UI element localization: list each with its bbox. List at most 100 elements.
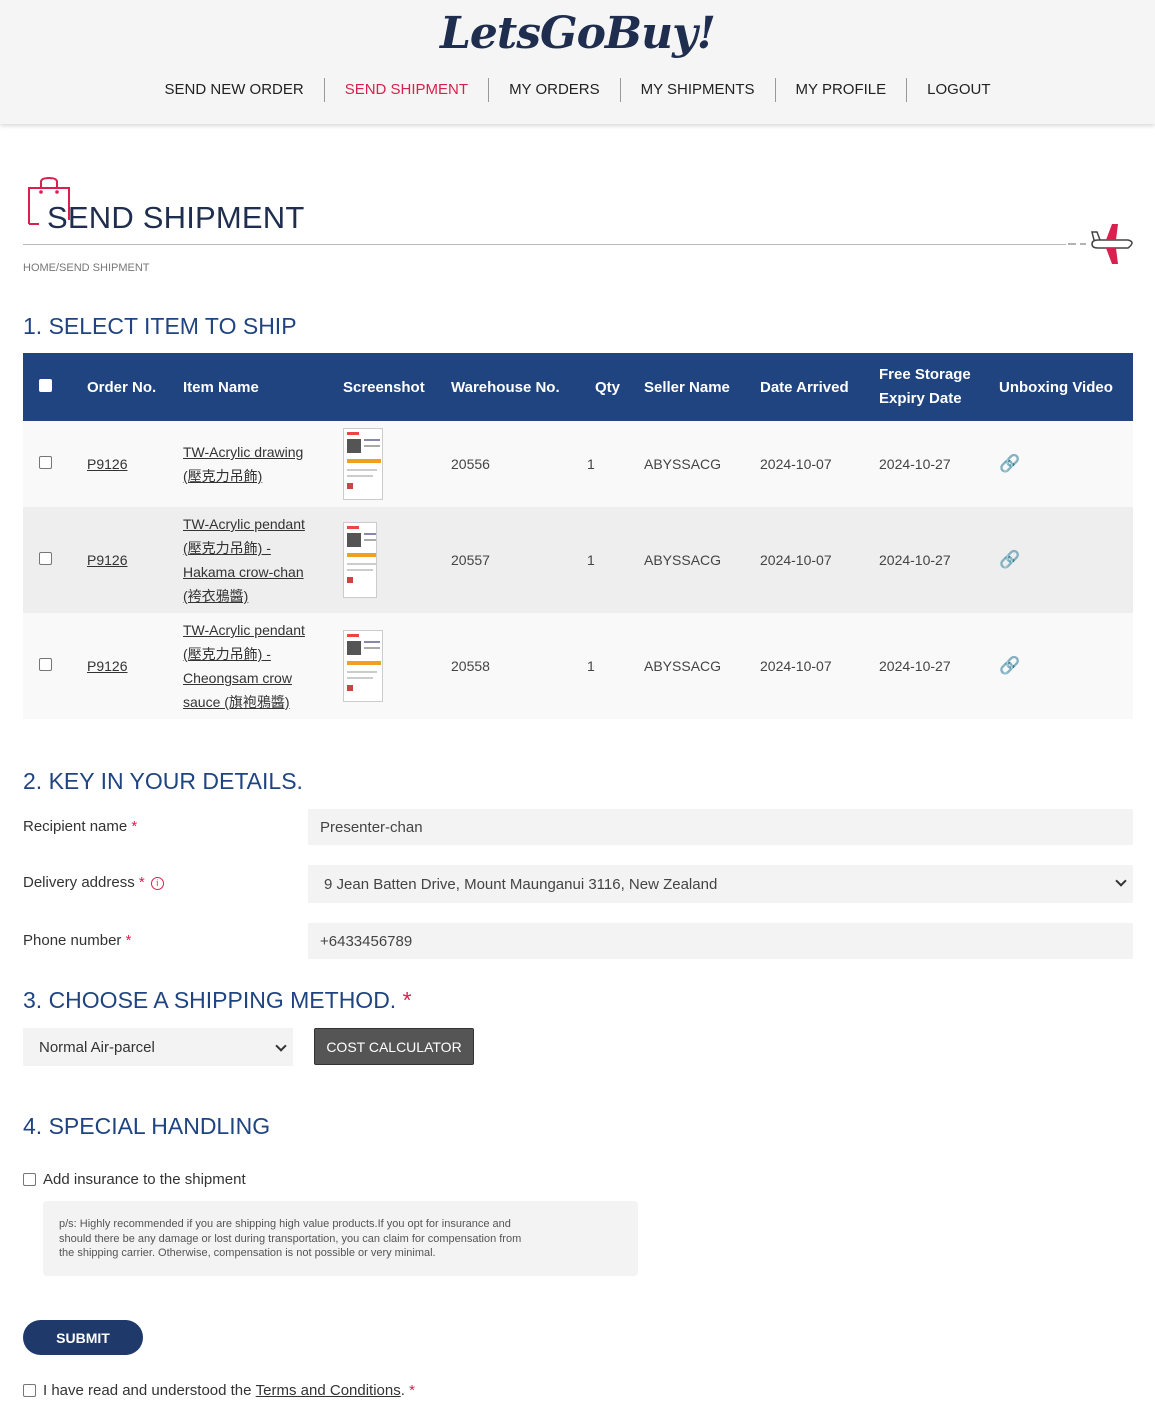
- row-checkbox[interactable]: [39, 658, 52, 671]
- seller-name: ABYSSACG: [644, 658, 722, 674]
- terms-agreement[interactable]: I have read and understood the Terms and…: [23, 1382, 415, 1399]
- chevron-down-icon: [275, 1040, 287, 1052]
- required-mark: *: [409, 1382, 415, 1399]
- item-name-line[interactable]: Cheongsam crow: [183, 666, 331, 690]
- qty: 1: [587, 658, 595, 674]
- item-name-line[interactable]: (壓克力吊飾): [183, 464, 331, 488]
- link-icon[interactable]: 🔗: [999, 550, 1020, 569]
- link-icon[interactable]: 🔗: [999, 454, 1020, 473]
- section-special-handling-title: 4. SPECIAL HANDLING: [23, 1113, 271, 1139]
- storage-expiry: 2024-10-27: [879, 658, 951, 674]
- item-name-line[interactable]: Hakama crow-chan: [183, 560, 331, 584]
- info-icon[interactable]: i: [150, 876, 164, 890]
- order-link[interactable]: P9126: [87, 552, 127, 568]
- nav-logout[interactable]: LOGOUT: [907, 78, 1010, 102]
- nav-my-shipments[interactable]: MY SHIPMENTS: [621, 78, 776, 102]
- page-title-area: SEND SHIPMENT: [23, 176, 1133, 266]
- note-line: the shipping carrier. Otherwise, compens…: [59, 1247, 436, 1259]
- item-name-line[interactable]: (壓克力吊飾) -: [183, 642, 331, 666]
- warehouse-no: 20558: [451, 658, 490, 674]
- row-checkbox[interactable]: [39, 552, 52, 565]
- note-line: should there be any damage or lost durin…: [59, 1232, 522, 1245]
- table-row: P9126 TW-Acrylic pendant (壓克力吊飾) - Hakam…: [23, 507, 1133, 613]
- chevron-down-icon: [1115, 875, 1127, 887]
- table-row: P9126 TW-Acrylic drawing (壓克力吊飾) 20556 1…: [23, 421, 1133, 507]
- table-row: P9126 TW-Acrylic pendant (壓克力吊飾) - Cheon…: [23, 613, 1133, 719]
- item-name-line[interactable]: TW-Acrylic pendant: [183, 618, 331, 642]
- header-warehouse-no: Warehouse No.: [451, 378, 560, 396]
- terms-prefix: I have read and understood the: [43, 1382, 256, 1399]
- order-link[interactable]: P9126: [87, 658, 127, 674]
- warehouse-no: 20557: [451, 552, 490, 568]
- header-item-name: Item Name: [183, 378, 259, 396]
- screenshot-thumbnail[interactable]: [343, 630, 383, 702]
- required-mark: *: [131, 818, 138, 835]
- terms-suffix: .: [400, 1382, 405, 1399]
- item-name-link[interactable]: TW-Acrylic drawing (壓克力吊飾): [177, 440, 337, 488]
- insurance-note: p/s: Highly recommended if you are shipp…: [43, 1201, 638, 1276]
- shipping-method-value: Normal Air-parcel: [39, 1038, 155, 1056]
- page-title: SEND SHIPMENT: [47, 200, 305, 235]
- shipping-method-select[interactable]: Normal Air-parcel: [23, 1028, 293, 1066]
- date-arrived: 2024-10-07: [760, 658, 832, 674]
- header-qty: Qty: [595, 378, 621, 396]
- row-checkbox[interactable]: [39, 456, 52, 469]
- insurance-label: Add insurance to the shipment: [43, 1171, 246, 1188]
- required-mark: *: [125, 932, 132, 949]
- submit-button[interactable]: SUBMIT: [23, 1320, 143, 1355]
- nav-send-shipment[interactable]: SEND SHIPMENT: [325, 78, 490, 102]
- section-details-title: 2. KEY IN YOUR DETAILS.: [23, 768, 303, 794]
- item-name-link[interactable]: TW-Acrylic pendant (壓克力吊飾) - Cheongsam c…: [177, 618, 337, 714]
- header-storage-expiry: Free Storage Expiry Date: [873, 363, 993, 411]
- nav-my-orders[interactable]: MY ORDERS: [489, 78, 621, 102]
- terms-link[interactable]: Terms and Conditions: [256, 1382, 401, 1399]
- delivery-address-select[interactable]: 9 Jean Batten Drive, Mount Maunganui 311…: [308, 865, 1133, 903]
- section-shipping-title: 3. CHOOSE A SHIPPING METHOD. *: [23, 987, 412, 1014]
- storage-expiry: 2024-10-27: [879, 456, 951, 472]
- insurance-option[interactable]: Add insurance to the shipment: [23, 1171, 246, 1188]
- table-header: Order No. Item Name Screenshot Warehouse…: [23, 353, 1133, 421]
- nav-my-profile[interactable]: MY PROFILE: [776, 78, 908, 102]
- address-label: Delivery address * i: [23, 874, 164, 891]
- recipient-label: Recipient name *: [23, 818, 137, 835]
- header-expiry-line1: Free Storage: [879, 366, 971, 383]
- title-divider: [23, 244, 1066, 245]
- select-all-checkbox[interactable]: [39, 378, 52, 392]
- section-select-item-title: 1. SELECT ITEM TO SHIP: [23, 313, 297, 339]
- cost-calculator-button[interactable]: COST CALCULATOR: [314, 1028, 474, 1065]
- item-name-line[interactable]: TW-Acrylic pendant: [183, 512, 331, 536]
- item-name-line[interactable]: TW-Acrylic drawing: [183, 440, 331, 464]
- address-label-text: Delivery address: [23, 874, 135, 891]
- header-select-all[interactable]: [23, 378, 81, 396]
- header-seller-name: Seller Name: [644, 378, 730, 396]
- nav-send-new-order[interactable]: SEND NEW ORDER: [145, 78, 325, 102]
- terms-checkbox[interactable]: [23, 1384, 36, 1397]
- item-name-line[interactable]: (袴衣鴉醬): [183, 584, 331, 608]
- order-link[interactable]: P9126: [87, 456, 127, 472]
- note-line: p/s: Highly recommended if you are shipp…: [59, 1218, 511, 1230]
- date-arrived: 2024-10-07: [760, 552, 832, 568]
- items-table: Order No. Item Name Screenshot Warehouse…: [23, 353, 1133, 719]
- storage-expiry: 2024-10-27: [879, 552, 951, 568]
- screenshot-thumbnail[interactable]: [343, 522, 377, 598]
- breadcrumb: HOME/SEND SHIPMENT: [23, 262, 150, 274]
- recipient-name-input[interactable]: Presenter-chan: [308, 809, 1133, 845]
- insurance-checkbox[interactable]: [23, 1173, 36, 1186]
- phone-label: Phone number *: [23, 932, 131, 949]
- required-mark: *: [138, 874, 145, 891]
- header-order-no: Order No.: [87, 378, 157, 396]
- item-name-line[interactable]: (壓克力吊飾) -: [183, 536, 331, 560]
- warehouse-no: 20556: [451, 456, 490, 472]
- required-mark: *: [402, 987, 412, 1013]
- link-icon[interactable]: 🔗: [999, 656, 1020, 675]
- screenshot-thumbnail[interactable]: [343, 428, 383, 500]
- site-logo[interactable]: LetsGoBuy!: [0, 8, 1155, 59]
- date-arrived: 2024-10-07: [760, 456, 832, 472]
- header-unboxing-video: Unboxing Video: [999, 378, 1113, 396]
- item-name-line[interactable]: sauce (旗袍鴉醬): [183, 690, 331, 714]
- phone-number-input[interactable]: +6433456789: [308, 923, 1133, 959]
- airplane-icon: [1068, 224, 1133, 264]
- item-name-link[interactable]: TW-Acrylic pendant (壓克力吊飾) - Hakama crow…: [177, 512, 337, 608]
- phone-label-text: Phone number: [23, 932, 122, 949]
- header-date-arrived: Date Arrived: [760, 378, 849, 396]
